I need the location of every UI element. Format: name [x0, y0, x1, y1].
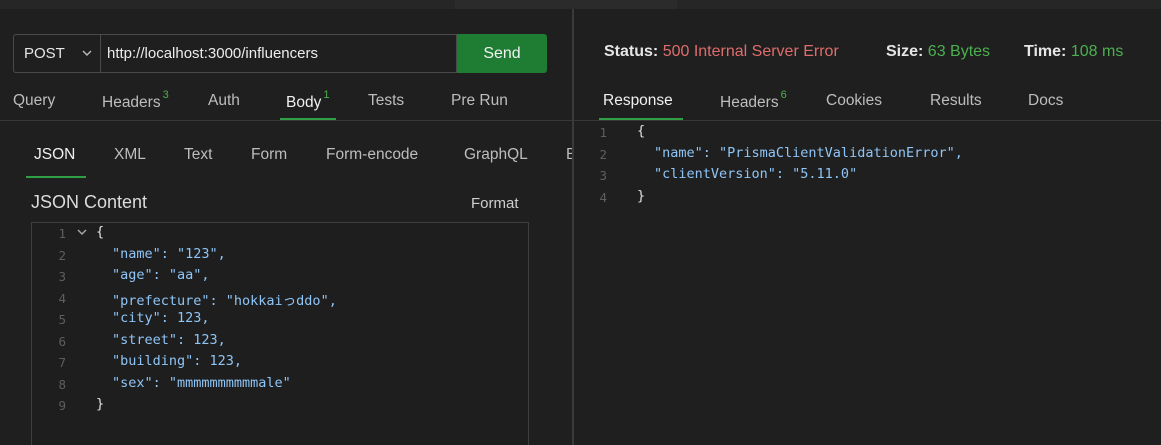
response-tabs: Response Headers 6 Cookies Results Docs — [574, 89, 1161, 120]
top-tab-strip — [0, 0, 1161, 9]
line-number: 3 — [58, 269, 66, 284]
status-label: Status: — [604, 43, 659, 60]
method-label: POST — [24, 45, 65, 62]
method-select[interactable]: POST — [13, 34, 100, 73]
size-label: Size: — [886, 43, 924, 60]
line-number: 4 — [599, 189, 607, 205]
code-text: { — [96, 224, 105, 240]
body-type-tabs: JSON XML Text Form Form-encode GraphQL B — [0, 146, 572, 168]
tab-headers[interactable]: Headers 3 — [102, 89, 169, 112]
tab-pre-run[interactable]: Pre Run — [451, 92, 508, 110]
line-number: 4 — [58, 290, 66, 306]
tab-tests[interactable]: Tests — [368, 92, 404, 110]
code-text: "prefecture": "hokkaiっddo", — [112, 292, 337, 309]
response-body-viewer[interactable]: 1{ 2 "name": "PrismaClientValidationError… — [585, 122, 1155, 222]
code-text: "sex": "mmmmmmmmmmale" — [112, 374, 291, 391]
code-line: 3 "age": "aa", — [32, 266, 528, 287]
code-line: 2 "name": "123", — [32, 245, 528, 266]
line-number: 9 — [58, 398, 66, 413]
tab-query[interactable]: Query — [13, 92, 55, 110]
tab-headers-count: 3 — [162, 89, 169, 101]
tab-headers-label: Headers — [102, 94, 161, 112]
code-text: "name": "PrismaClientValidationError", — [654, 144, 963, 161]
body-tab-form[interactable]: Form — [251, 146, 287, 164]
active-body-tab-indicator — [26, 176, 86, 178]
tab-cookies-label: Cookies — [826, 92, 882, 109]
tab-results-label: Results — [930, 92, 982, 109]
url-input[interactable]: http://localhost:3000/influencers — [100, 34, 457, 73]
request-tabs: Query Headers 3 Auth Body 1 Tests Pre Run — [0, 89, 572, 120]
line-number: 1 — [58, 226, 66, 241]
code-text: { — [637, 123, 646, 139]
code-text: } — [637, 187, 646, 204]
send-button[interactable]: Send — [457, 34, 547, 73]
tab-response-headers-label: Headers — [720, 94, 779, 112]
tab-response-headers[interactable]: Headers 6 — [720, 89, 787, 112]
size-value: 63 Bytes — [927, 43, 991, 60]
body-tab-form-encode[interactable]: Form-encode — [326, 146, 418, 164]
code-text: } — [96, 396, 105, 412]
tab-response-label: Response — [603, 92, 673, 109]
code-text: "age": "aa", — [112, 267, 210, 283]
json-content-label: JSON Content — [31, 192, 148, 212]
code-text: "building": 123, — [112, 353, 243, 369]
line-number: 1 — [599, 125, 607, 140]
code-text: "city": 123, — [112, 310, 210, 326]
tab-auth-label: Auth — [208, 92, 240, 109]
code-line: 3 "clientVersion": "5.11.0" — [585, 165, 1155, 186]
line-number: 2 — [58, 247, 66, 263]
time-indicator: Time: 108 ms — [1024, 43, 1123, 61]
fold-chevron-down-icon[interactable] — [76, 226, 88, 238]
tab-auth[interactable]: Auth — [208, 92, 240, 110]
line-number: 3 — [599, 168, 607, 183]
tab-docs[interactable]: Docs — [1028, 92, 1063, 110]
code-line: 9} — [32, 395, 528, 416]
tab-results[interactable]: Results — [930, 92, 982, 110]
status-value: 500 Internal Server Error — [662, 43, 839, 60]
tab-body[interactable]: Body 1 — [286, 89, 330, 112]
tab-docs-label: Docs — [1028, 92, 1064, 109]
code-line: 4 "prefecture": "hokkaiっddo", — [32, 288, 528, 309]
code-line: 8 "sex": "mmmmmmmmmmale" — [32, 374, 528, 395]
code-line: 5 "city": 123, — [32, 309, 528, 330]
code-text: "street": 123, — [112, 331, 226, 348]
line-number: 6 — [58, 333, 66, 349]
top-tab-active[interactable] — [455, 0, 677, 9]
code-line: 4} — [585, 187, 1155, 208]
tab-response[interactable]: Response — [603, 92, 673, 110]
line-number: 5 — [58, 312, 66, 327]
code-line: 1{ — [585, 122, 1155, 143]
body-tab-xml[interactable]: XML — [114, 146, 146, 164]
size-indicator: Size: 63 Bytes — [886, 43, 990, 61]
time-value: 108 ms — [1070, 43, 1124, 60]
tab-body-label: Body — [286, 94, 322, 112]
tab-body-count: 1 — [323, 89, 330, 101]
tab-tests-label: Tests — [368, 92, 405, 109]
chevron-down-icon — [82, 50, 92, 56]
code-line: 2 "name": "PrismaClientValidationError", — [585, 144, 1155, 165]
line-number: 7 — [58, 355, 66, 370]
tab-pre-run-label: Pre Run — [451, 92, 508, 109]
tab-response-headers-count: 6 — [780, 89, 787, 101]
body-tab-graphql[interactable]: GraphQL — [464, 146, 528, 164]
url-value: http://localhost:3000/influencers — [107, 45, 318, 62]
body-tab-json[interactable]: JSON — [34, 146, 75, 164]
body-tab-text[interactable]: Text — [184, 146, 212, 164]
request-body-editor[interactable]: 1 { 2 "name": "123", 3 "age": "aa", 4 "pref… — [31, 222, 529, 445]
response-tabs-divider — [574, 120, 1161, 121]
code-line: 1 { — [32, 223, 528, 244]
code-line: 7 "building": 123, — [32, 352, 528, 373]
time-label: Time: — [1024, 43, 1067, 60]
status-indicator: Status: 500 Internal Server Error — [604, 43, 839, 61]
code-text: "name": "123", — [112, 245, 226, 262]
tab-query-label: Query — [13, 92, 56, 109]
line-number: 2 — [599, 146, 607, 162]
line-number: 8 — [58, 376, 66, 392]
pane-splitter[interactable] — [572, 9, 574, 445]
format-button[interactable]: Format — [471, 195, 519, 212]
code-line: 6 "street": 123, — [32, 331, 528, 352]
code-text: "clientVersion": "5.11.0" — [654, 166, 858, 182]
request-tabs-divider — [0, 120, 572, 121]
tab-cookies[interactable]: Cookies — [826, 92, 882, 110]
